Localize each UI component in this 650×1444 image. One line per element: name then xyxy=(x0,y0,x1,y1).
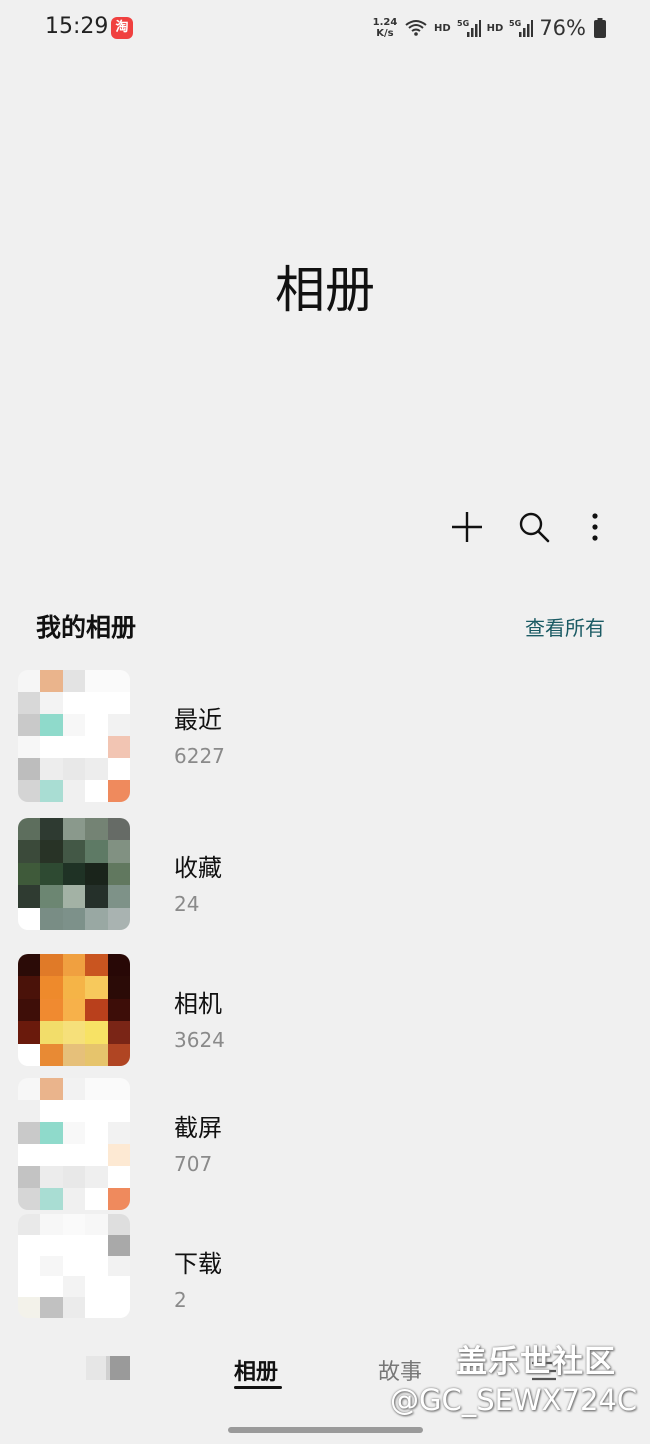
signal-5g-icon: 5G xyxy=(457,19,481,37)
watermark-handle: @GC_SEWX724C xyxy=(390,1383,638,1417)
svg-text:5G: 5G xyxy=(509,19,521,28)
album-name: 下载 xyxy=(174,1250,222,1278)
album-name: 收藏 xyxy=(174,854,222,882)
album-count: 3624 xyxy=(174,1028,225,1052)
status-bar: 15:29 淘 1.24 K/s HD 5G HD 5G 76% xyxy=(0,0,650,56)
album-count: 6227 xyxy=(174,744,225,768)
album-item[interactable]: 截屏 707 xyxy=(0,1078,650,1210)
hd-label: HD xyxy=(486,22,504,34)
battery-icon xyxy=(594,18,606,38)
tab-albums[interactable]: 相册 xyxy=(234,1354,278,1386)
nav-tab-pictures[interactable] xyxy=(86,1356,130,1380)
album-item[interactable]: 相机 3624 xyxy=(0,954,650,1084)
view-all-link[interactable]: 查看所有 xyxy=(525,612,605,641)
album-name: 截屏 xyxy=(174,1114,222,1142)
section-title: 我的相册 xyxy=(36,613,137,642)
network-speed: 1.24 K/s xyxy=(372,17,398,39)
battery-percent: 76% xyxy=(539,16,586,40)
album-item[interactable]: 下载 2 xyxy=(0,1214,650,1344)
album-item[interactable]: 最近 6227 xyxy=(0,670,650,802)
album-thumbnail xyxy=(18,670,130,802)
album-item[interactable]: 收藏 24 xyxy=(0,818,650,948)
album-count: 707 xyxy=(174,1152,213,1176)
album-count: 2 xyxy=(174,1288,187,1312)
watermark-community: 盖乐世社区 xyxy=(456,1344,616,1380)
taobao-notification-icon: 淘 xyxy=(111,17,133,39)
page-title: 相册 xyxy=(275,261,375,319)
more-vertical-icon xyxy=(592,513,598,541)
album-name: 最近 xyxy=(174,706,222,734)
add-album-button[interactable] xyxy=(445,505,489,549)
album-count: 24 xyxy=(174,892,200,916)
album-thumbnail xyxy=(18,1214,130,1318)
search-button[interactable] xyxy=(512,505,556,549)
wifi-icon xyxy=(405,20,427,36)
album-thumbnail xyxy=(18,954,130,1066)
plus-icon xyxy=(452,512,482,542)
album-thumbnail xyxy=(18,1078,130,1210)
hd-label: HD xyxy=(433,22,451,34)
home-indicator[interactable] xyxy=(228,1427,423,1433)
album-name: 相机 xyxy=(174,990,222,1018)
active-tab-indicator xyxy=(234,1386,282,1389)
svg-text:5G: 5G xyxy=(457,19,469,28)
signal-5g-icon: 5G xyxy=(509,19,534,37)
more-options-button[interactable] xyxy=(573,505,617,549)
album-thumbnail xyxy=(18,818,130,930)
status-icons: 1.24 K/s HD 5G HD 5G 76% xyxy=(372,14,606,42)
search-icon xyxy=(519,512,550,543)
clock: 15:29 xyxy=(45,14,109,39)
tab-stories[interactable]: 故事 xyxy=(378,1354,422,1386)
